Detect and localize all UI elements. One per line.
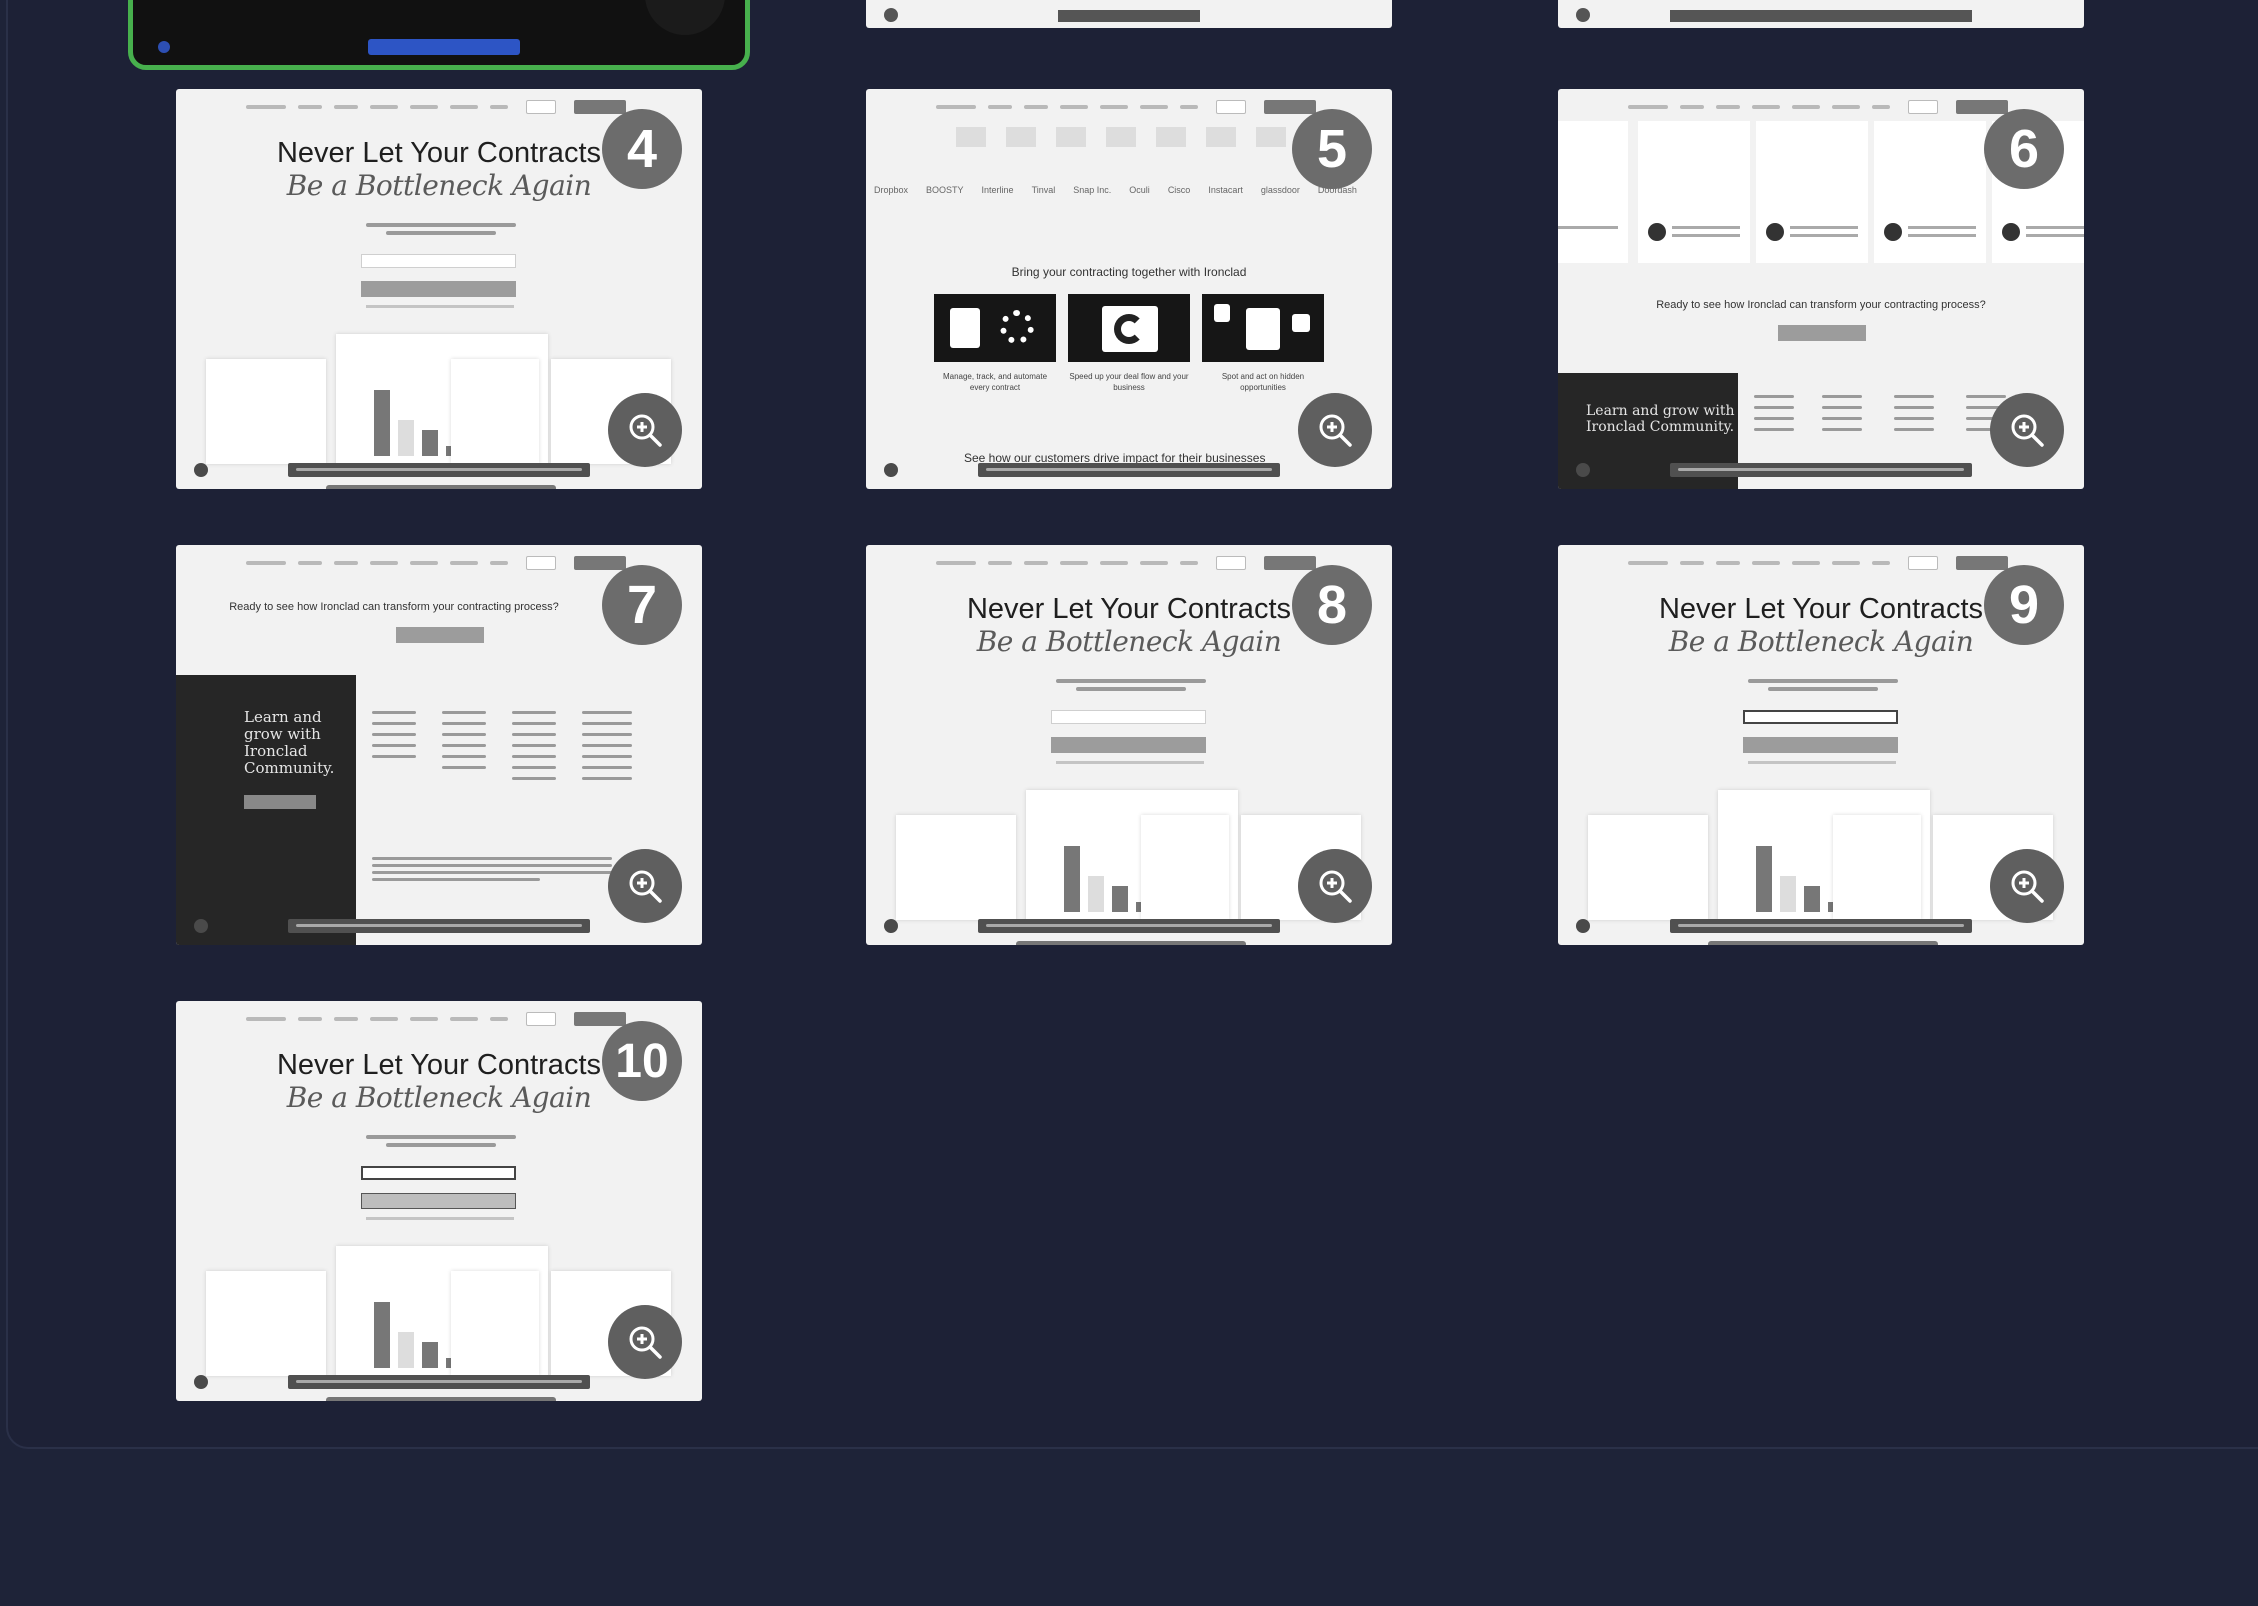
testimonial-card (1874, 121, 1986, 263)
fine-print (1748, 761, 1896, 764)
hero-copy (1051, 675, 1211, 695)
screenshot-tile-3c[interactable] (1558, 0, 2084, 28)
customer-logos: Dropbox BOOSTY Interline Tinval Snap Inc. Ocu… (874, 185, 1357, 195)
feature-caption: Spot and act on hidden opportunities (1221, 372, 1305, 392)
section-heading: Ready to see how Ironclad can transform … (1656, 299, 1986, 311)
request-demo-button[interactable] (396, 627, 484, 643)
zoom-icon[interactable] (645, 0, 725, 35)
selected-screenshot-tile[interactable] (128, 0, 750, 70)
screenshot-tile-3b[interactable] (866, 0, 1392, 28)
feature-card-spot (1202, 294, 1324, 362)
footer-column (372, 711, 416, 766)
footer-column (442, 711, 486, 777)
info-dot (158, 41, 170, 53)
scroll-caption (1670, 463, 1972, 477)
testimonial-card (1756, 121, 1868, 263)
info-dot (194, 1375, 208, 1389)
feature-caption: Speed up your deal flow and your busines… (1069, 372, 1189, 392)
scroll-caption (978, 919, 1280, 933)
fine-print (366, 1217, 514, 1220)
request-demo-button[interactable] (1743, 737, 1898, 753)
testimonial-card (1558, 121, 1628, 263)
join-community-button[interactable] (244, 795, 316, 809)
request-demo-button[interactable] (361, 1193, 516, 1209)
zoom-in-icon[interactable] (1298, 393, 1372, 467)
step-badge: 10 (602, 1021, 682, 1101)
scroll-caption (288, 919, 590, 933)
product-dashboard (206, 334, 672, 474)
fine-print (1056, 761, 1204, 764)
zoom-in-icon[interactable] (1990, 393, 2064, 467)
fine-print (366, 305, 514, 308)
email-field[interactable] (361, 254, 516, 268)
step-badge: 7 (602, 565, 682, 645)
navigate-caption (368, 39, 520, 55)
scroll-caption (1670, 919, 1972, 933)
zoom-in-icon[interactable] (608, 1305, 682, 1379)
info-dot (194, 919, 208, 933)
screenshot-tile-6[interactable]: Ready to see how Ironclad can transform … (1558, 89, 2084, 489)
trusted-text (1708, 941, 1938, 945)
screenshot-tile-4[interactable]: Never Let Your Contracts Be a Bottleneck… (176, 89, 702, 489)
info-dot (1576, 919, 1590, 933)
email-field[interactable] (1743, 710, 1898, 724)
scroll-caption (978, 463, 1280, 477)
trusted-text (1016, 941, 1246, 945)
product-dashboard (1588, 790, 2054, 930)
screenshot-tile-7[interactable]: Ready to see how Ironclad can transform … (176, 545, 702, 945)
community-text: Learn and grow with Ironclad Community. (244, 708, 335, 777)
testimonial-card (1638, 121, 1750, 263)
hero-copy (1743, 675, 1903, 695)
screenshot-tile-5[interactable]: Dropbox BOOSTY Interline Tinval Snap Inc. Ocu… (866, 89, 1392, 489)
trusted-text (326, 485, 556, 489)
award-badges (956, 127, 1286, 147)
legal-text (372, 857, 612, 889)
info-dot (884, 919, 898, 933)
email-field[interactable] (361, 1166, 516, 1180)
screenshot-tile-10[interactable]: Never Let Your Contracts Be a Bottleneck… (176, 1001, 702, 1401)
product-dashboard (206, 1246, 672, 1386)
community-block: Learn and grow with Ironclad Community. (176, 675, 356, 945)
screenshot-tile-9[interactable]: Never Let Your Contracts Be a Bottleneck… (1558, 545, 2084, 945)
footer-column (1822, 395, 1862, 439)
step-badge: 4 (602, 109, 682, 189)
email-field[interactable] (1051, 710, 1206, 724)
zoom-in-icon[interactable] (608, 393, 682, 467)
feature-card-speed (1068, 294, 1190, 362)
footer-column (1894, 395, 1934, 439)
trusted-text (326, 1397, 556, 1401)
request-demo-button[interactable] (1778, 325, 1866, 341)
request-demo-button[interactable] (361, 281, 516, 297)
hero-copy (361, 1131, 521, 1151)
scroll-caption (288, 463, 590, 477)
section-heading: Bring your contracting together with Iro… (1011, 265, 1247, 279)
step-badge: 9 (1984, 565, 2064, 645)
zoom-in-icon[interactable] (1990, 849, 2064, 923)
zoom-in-icon[interactable] (1298, 849, 1372, 923)
scroll-caption (288, 1375, 590, 1389)
footer-column (582, 711, 632, 788)
hero-copy (361, 219, 521, 239)
feature-caption: Manage, track, and automate every contra… (942, 372, 1048, 392)
info-dot (884, 463, 898, 477)
screenshot-tile-8[interactable]: Never Let Your Contracts Be a Bottleneck… (866, 545, 1392, 945)
step-badge: 8 (1292, 565, 1372, 645)
info-dot (194, 463, 208, 477)
step-badge: 6 (1984, 109, 2064, 189)
footer-column (512, 711, 556, 788)
product-dashboard (896, 790, 1362, 930)
zoom-in-icon[interactable] (608, 849, 682, 923)
step-badge: 5 (1292, 109, 1372, 189)
feature-card-manage (934, 294, 1056, 362)
footer-column (1754, 395, 1794, 439)
request-demo-button[interactable] (1051, 737, 1206, 753)
info-dot (1576, 463, 1590, 477)
